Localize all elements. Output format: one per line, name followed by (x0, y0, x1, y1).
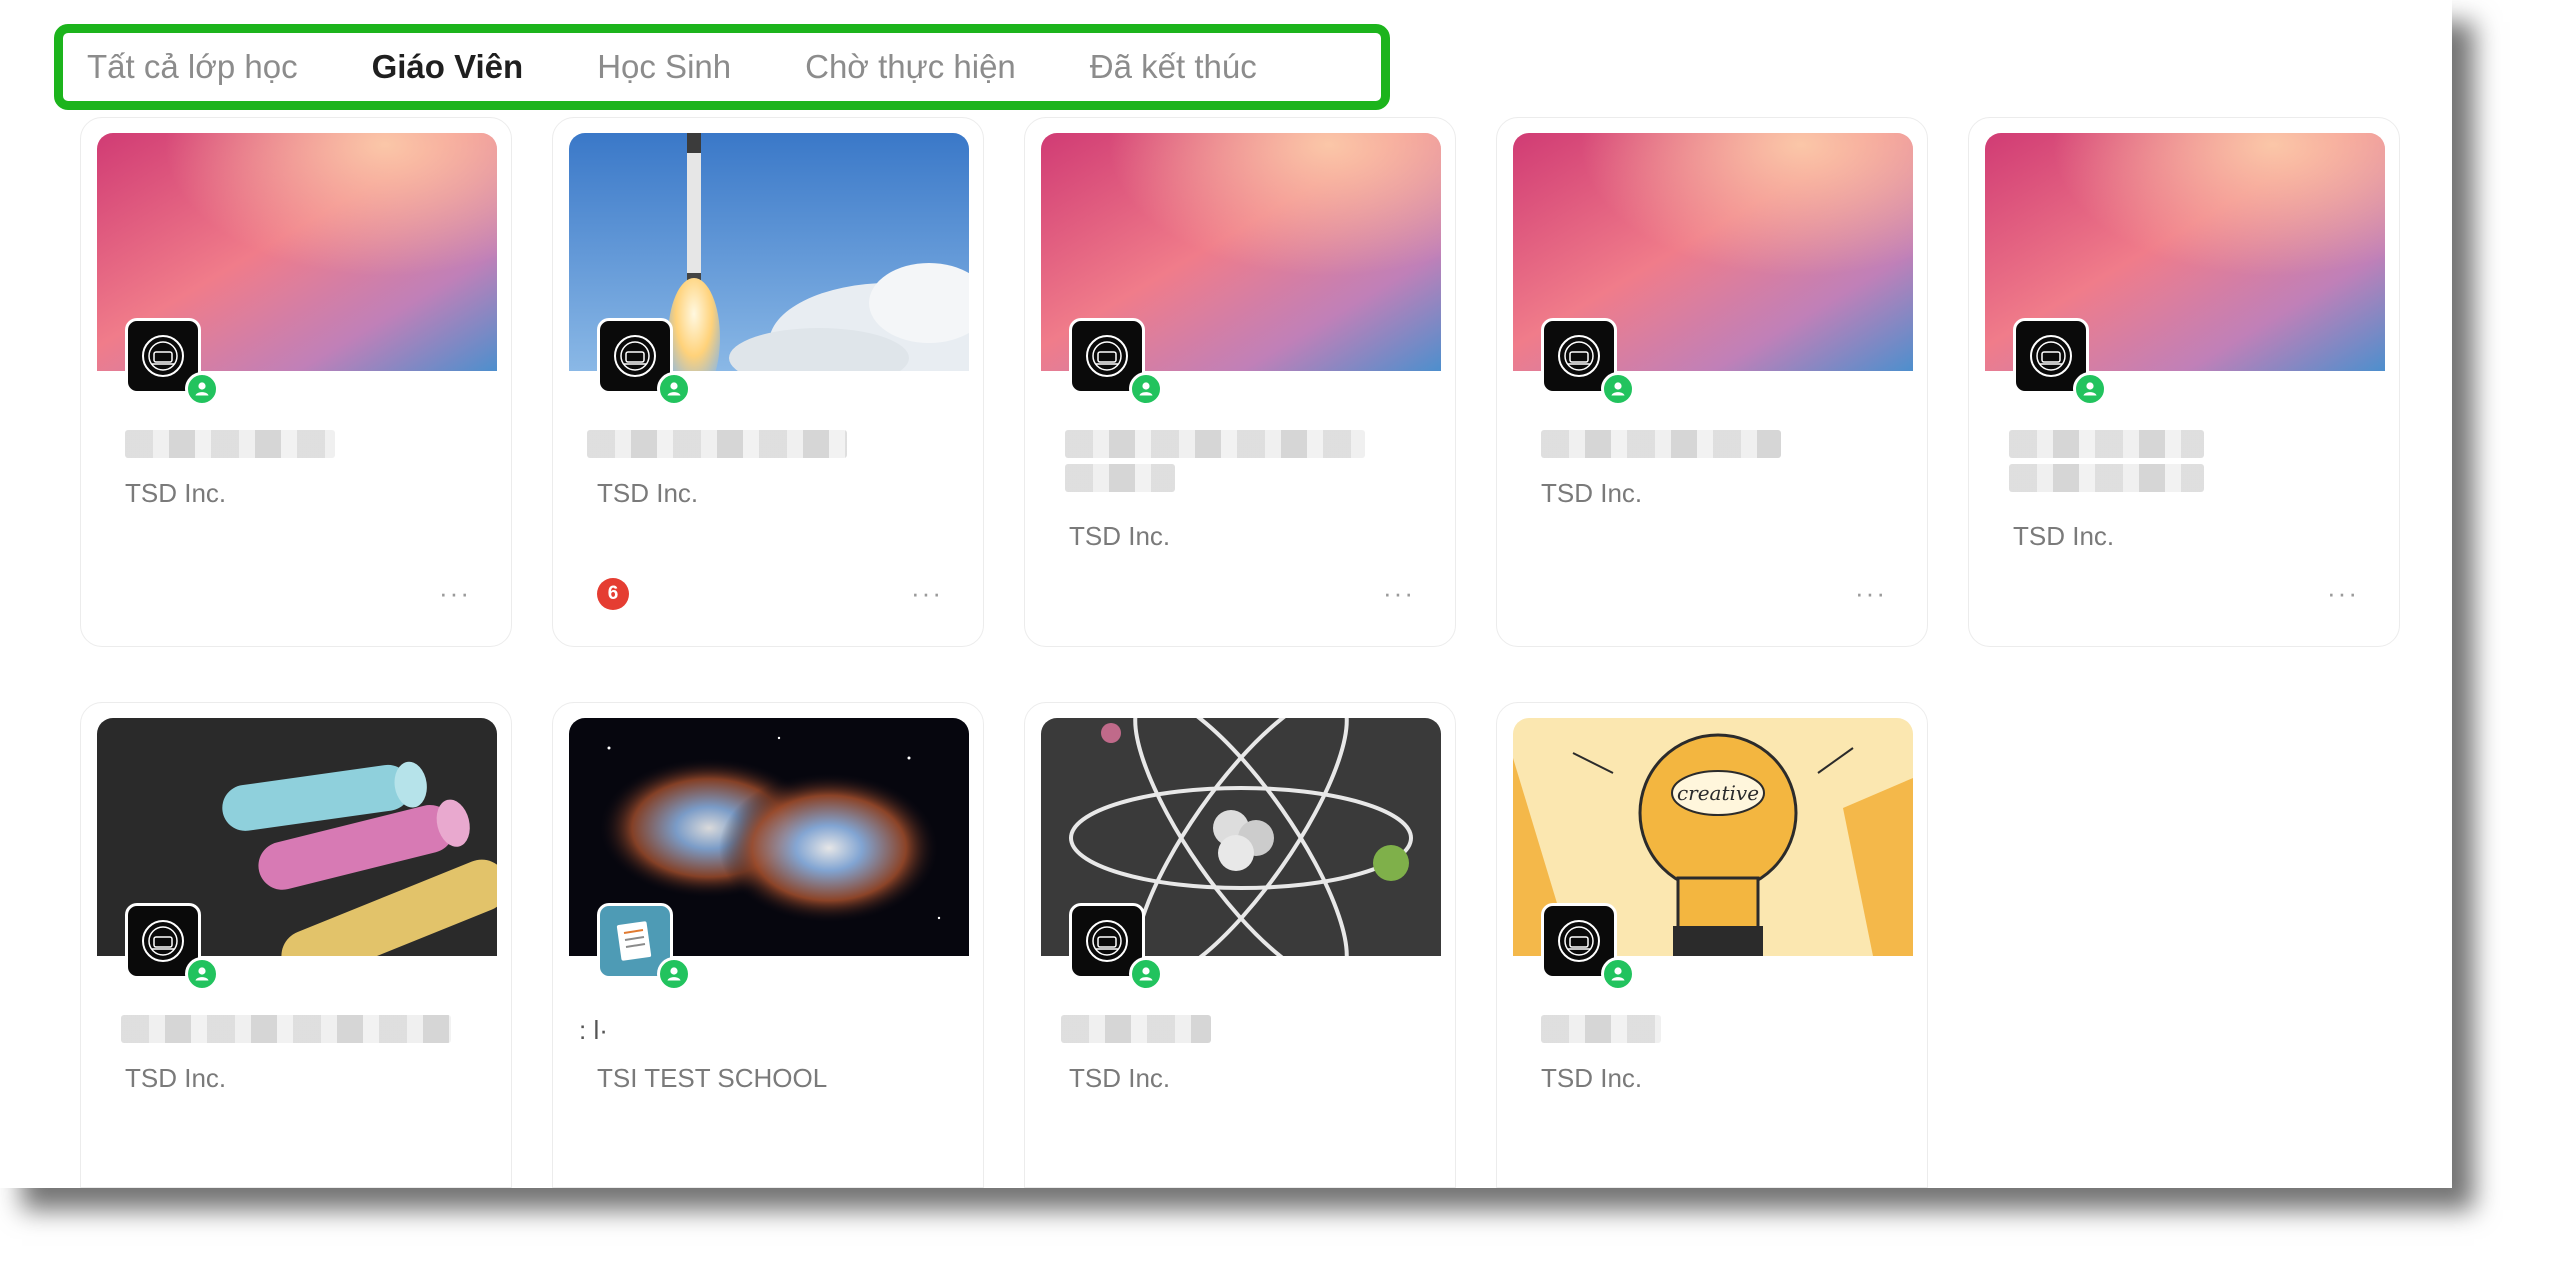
class-name-redacted (1541, 1015, 1661, 1043)
organization-name: TSD Inc. (125, 478, 227, 508)
organization-name: TSD Inc. (1069, 521, 1171, 551)
organization-name: TSI TEST SCHOOL (597, 1063, 828, 1093)
screenshot-panel: Tất cả lớp học Giáo Viên Học Sinh Chờ th… (0, 0, 2452, 1188)
organization-name: TSD Inc. (125, 1063, 227, 1093)
tab-student[interactable]: Học Sinh (597, 48, 731, 86)
class-title: : l· (579, 1015, 608, 1045)
class-name-redacted (121, 1015, 451, 1043)
class-card[interactable]: TSD Inc. (1024, 702, 1456, 1188)
teacher-role-icon (1601, 957, 1635, 991)
teacher-role-icon (185, 372, 219, 406)
teacher-role-icon (657, 957, 691, 991)
more-options-button[interactable]: ··· (911, 580, 943, 606)
organization-name: TSD Inc. (1541, 1063, 1643, 1093)
class-card[interactable]: : l· TSI TEST SCHOOL (552, 702, 984, 1188)
class-card[interactable]: TSD Inc. ··· (1496, 117, 1928, 647)
class-filter-tabs: Tất cả lớp học Giáo Viên Học Sinh Chờ th… (54, 24, 1390, 110)
teacher-role-icon (185, 957, 219, 991)
class-card[interactable]: TSD Inc. ··· (1024, 117, 1456, 647)
class-name-redacted (2009, 430, 2204, 458)
class-card[interactable]: TSD Inc. ··· (80, 117, 512, 647)
class-card[interactable]: TSD Inc. ··· (1968, 117, 2400, 647)
tab-teacher[interactable]: Giáo Viên (372, 48, 524, 86)
more-options-button[interactable]: ··· (1383, 580, 1415, 606)
class-name-redacted (587, 430, 847, 458)
class-name-redacted (1061, 1015, 1211, 1043)
more-options-button[interactable]: ··· (2327, 580, 2359, 606)
teacher-role-icon (1601, 372, 1635, 406)
class-name-redacted (1541, 430, 1781, 458)
notification-count-badge: 6 (597, 578, 629, 610)
more-options-button[interactable]: ··· (439, 580, 471, 606)
class-card[interactable]: TSD Inc. 6 ··· (552, 117, 984, 647)
teacher-role-icon (657, 372, 691, 406)
organization-name: TSD Inc. (1069, 1063, 1171, 1093)
tab-ended[interactable]: Đã kết thúc (1090, 48, 1257, 86)
more-options-button[interactable]: ··· (1855, 580, 1887, 606)
tab-all-classes[interactable]: Tất cả lớp học (87, 48, 298, 86)
organization-name: TSD Inc. (597, 478, 699, 508)
bulb-text: creative (1677, 781, 1759, 805)
teacher-role-icon (1129, 957, 1163, 991)
tab-pending[interactable]: Chờ thực hiện (805, 48, 1016, 86)
organization-name: TSD Inc. (1541, 478, 1643, 508)
class-name-redacted (2009, 464, 2204, 492)
class-card[interactable]: creative TSD Inc. (1496, 702, 1928, 1188)
class-name-redacted (1065, 430, 1365, 458)
class-name-redacted (125, 430, 335, 458)
class-card[interactable]: TSD Inc. (80, 702, 512, 1188)
teacher-role-icon (1129, 372, 1163, 406)
organization-name: TSD Inc. (2013, 521, 2115, 551)
class-name-redacted (1065, 464, 1175, 492)
teacher-role-icon (2073, 372, 2107, 406)
